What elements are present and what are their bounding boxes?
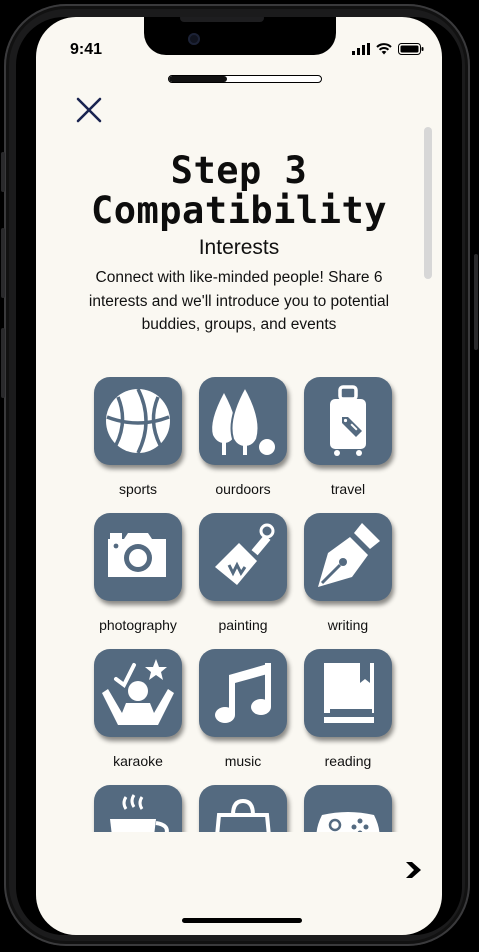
interest-tile-gaming[interactable] <box>304 785 392 832</box>
progress-fill <box>169 76 227 82</box>
wifi-icon <box>376 43 392 55</box>
onboarding-progress-bar <box>168 75 322 83</box>
interest-label: writing <box>327 617 369 633</box>
chevron-right-icon <box>406 862 421 878</box>
silent-switch <box>1 152 5 192</box>
step-number: Step 3 <box>170 149 308 192</box>
interest-tile-sports[interactable] <box>94 377 182 465</box>
suitcase-icon <box>330 385 366 456</box>
status-icons <box>352 43 424 55</box>
section-description: Connect with like-minded people! Share 6… <box>88 269 390 333</box>
notch <box>144 17 336 55</box>
shopping-bag-icon <box>215 798 271 832</box>
trees-icon <box>212 384 275 455</box>
page-title: Step 3 Compatibility <box>36 151 442 231</box>
section-title: Interests <box>198 236 280 259</box>
speaker-grille <box>180 17 264 22</box>
coffee-cup-icon <box>110 794 169 832</box>
onboarding-screen: 9:41 Step 3 Compatibility Interests Conn… <box>36 17 442 935</box>
next-button[interactable] <box>402 859 424 881</box>
interest-tile-shopping[interactable] <box>199 785 287 832</box>
fountain-pen-icon <box>318 523 380 587</box>
interest-tile-photography[interactable] <box>94 513 182 601</box>
home-indicator <box>182 918 302 923</box>
basketball-icon <box>106 388 170 454</box>
paintbrush-icon <box>215 523 275 585</box>
interest-tile-reading[interactable] <box>304 649 392 737</box>
interest-tile-karaoke[interactable] <box>94 649 182 737</box>
power-button <box>474 254 478 350</box>
music-note-icon <box>215 663 271 723</box>
gamepad-icon <box>316 812 380 832</box>
close-icon <box>76 97 102 123</box>
status-time: 9:41 <box>70 41 103 58</box>
interest-tile-painting[interactable] <box>199 513 287 601</box>
front-camera <box>188 33 200 45</box>
volume-up-button <box>1 228 5 298</box>
interest-tile-music[interactable] <box>199 649 287 737</box>
phone-screen: 9:41 Step 3 Compatibility Interests Conn… <box>16 17 462 935</box>
interests-grid: sports ourdoors travel photography paint… <box>36 377 442 832</box>
interest-tile-ourdoors[interactable] <box>199 377 287 465</box>
interest-tile-coffee[interactable] <box>94 785 182 832</box>
signal-icon <box>352 43 370 55</box>
volume-down-button <box>1 328 5 398</box>
interest-tile-writing[interactable] <box>304 513 392 601</box>
book-icon <box>324 663 374 723</box>
interest-label: reading <box>324 753 372 769</box>
close-button[interactable] <box>74 95 104 125</box>
step-name: Compatibility <box>90 189 388 232</box>
interest-tile-travel[interactable] <box>304 377 392 465</box>
battery-icon <box>398 43 424 55</box>
singer-icon <box>102 659 174 725</box>
interest-label: travel <box>330 481 366 497</box>
camera-icon <box>108 533 166 577</box>
